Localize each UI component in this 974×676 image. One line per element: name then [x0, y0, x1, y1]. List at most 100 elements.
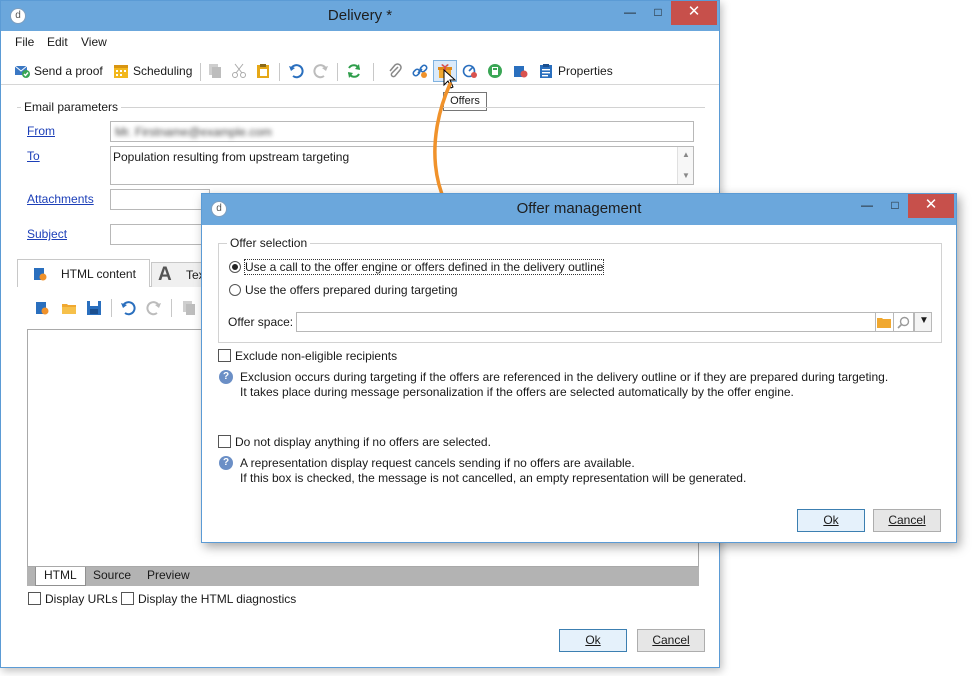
dialog-maximize-button[interactable]: □ [880, 194, 910, 218]
offer-space-label: Offer space: [228, 315, 294, 329]
to-value: Population resulting from upstream targe… [113, 150, 350, 164]
tab-preview[interactable]: Preview [139, 567, 198, 586]
redo-icon[interactable] [313, 63, 329, 79]
tab-html-content-label: HTML content [61, 267, 136, 281]
subject-field[interactable] [110, 224, 210, 245]
to-link[interactable]: To [27, 149, 40, 163]
open-folder-icon[interactable] [61, 300, 77, 316]
undo-icon[interactable] [288, 63, 304, 79]
prepared-offers-option[interactable]: Use the offers prepared during targeting [229, 283, 458, 297]
cut-icon[interactable] [231, 63, 247, 79]
dialog-ok-label: Ok [823, 513, 839, 527]
offer-engine-radio[interactable] [229, 261, 241, 273]
menu-edit[interactable]: Edit [47, 35, 68, 49]
menu-file[interactable]: File [15, 35, 34, 49]
window-title: Delivery * [327, 7, 393, 24]
offer-engine-option[interactable]: Use a call to the offer engine or offers… [229, 259, 605, 275]
menu-view[interactable]: View [81, 35, 107, 49]
properties-button[interactable]: Properties [538, 63, 613, 81]
chevron-down-icon: ▼ [919, 315, 929, 326]
from-link[interactable]: From [27, 124, 55, 138]
attachment-icon[interactable] [387, 63, 403, 79]
editor-copy-icon[interactable] [181, 300, 197, 316]
display-html-diagnostics-checkbox[interactable] [121, 592, 134, 605]
info-icon: ? [219, 370, 233, 384]
prepared-offers-radio[interactable] [229, 284, 241, 296]
display-html-diagnostics-option[interactable]: Display the HTML diagnostics [121, 592, 296, 606]
display-urls-label: Display URLs [45, 592, 118, 606]
exclude-label: Exclude non-eligible recipients [235, 349, 398, 363]
main-cancel-label: Cancel [652, 633, 690, 647]
prepared-offers-label: Use the offers prepared during targeting [245, 283, 458, 297]
exclude-checkbox[interactable] [218, 349, 231, 362]
menu-bar: File Edit View [1, 31, 719, 53]
to-field[interactable]: Population resulting from upstream targe… [110, 146, 694, 185]
link-icon[interactable] [412, 63, 428, 79]
magnifier-icon [897, 316, 910, 329]
text-content-icon: A [158, 264, 172, 285]
offer-space-browse-button[interactable] [876, 312, 894, 332]
folder-icon [877, 318, 891, 328]
display-html-diagnostics-label: Display the HTML diagnostics [138, 592, 297, 606]
properties-label: Properties [558, 64, 613, 78]
no-display-info-line1: A representation display request cancels… [240, 456, 635, 470]
editor-separator [111, 299, 112, 317]
info-icon: ? [219, 456, 233, 470]
close-button[interactable]: ✕ [671, 1, 717, 25]
tab-html-content[interactable]: HTML content [17, 259, 150, 288]
display-urls-option[interactable]: Display URLs [28, 592, 118, 606]
paste-icon[interactable] [255, 63, 271, 79]
main-ok-label: Ok [585, 633, 601, 647]
dialog-close-button[interactable]: ✕ [908, 194, 954, 218]
personalization-icon[interactable] [512, 63, 528, 79]
toolbar-separator [337, 63, 338, 81]
main-ok-button[interactable]: Ok [559, 629, 627, 652]
no-display-option[interactable]: Do not display anything if no offers are… [218, 435, 491, 449]
dialog-cancel-button[interactable]: Cancel [873, 509, 941, 532]
subject-link[interactable]: Subject [27, 227, 67, 241]
display-urls-checkbox[interactable] [28, 592, 41, 605]
from-value: Mr. Firstname@example.com [115, 125, 272, 139]
main-cancel-button[interactable]: Cancel [637, 629, 705, 652]
toolbar-separator [373, 63, 374, 81]
calculator-icon[interactable] [487, 63, 503, 79]
html-content-icon [34, 268, 47, 281]
dialog-title-bar[interactable]: d Offer management — □ ✕ [202, 194, 956, 225]
scroll-up-icon[interactable]: ▲ [682, 150, 690, 159]
tab-html[interactable]: HTML [35, 567, 86, 586]
dialog-ok-button[interactable]: Ok [797, 509, 865, 532]
editor-bottom-tabs: HTML Source Preview [27, 567, 699, 586]
scroll-down-icon[interactable]: ▼ [682, 171, 690, 180]
no-display-label: Do not display anything if no offers are… [235, 435, 491, 449]
properties-icon [540, 64, 552, 78]
to-scrollbar[interactable]: ▲ ▼ [677, 147, 693, 184]
editor-undo-icon[interactable] [120, 300, 136, 316]
offer-space-search-button[interactable] [894, 312, 914, 332]
send-proof-button[interactable]: Send a proof [14, 63, 103, 81]
refresh-icon[interactable] [346, 63, 362, 79]
toolbar: Send a proof Scheduling Properties [1, 57, 719, 85]
offer-space-dropdown[interactable]: ▼ [914, 312, 932, 332]
copy-icon[interactable] [207, 63, 223, 79]
offer-space-input[interactable] [296, 312, 876, 332]
toolbar-separator [279, 63, 280, 81]
toolbar-separator [200, 63, 201, 81]
editor-redo-icon[interactable] [146, 300, 162, 316]
from-field[interactable]: Mr. Firstname@example.com [110, 121, 694, 142]
new-document-icon[interactable] [34, 300, 50, 316]
no-display-checkbox[interactable] [218, 435, 231, 448]
exclude-info-line1: Exclusion occurs during targeting if the… [240, 370, 889, 384]
exclude-option[interactable]: Exclude non-eligible recipients [218, 349, 397, 363]
calendar-icon [114, 65, 128, 78]
dialog-minimize-button[interactable]: — [852, 194, 882, 218]
save-icon[interactable] [86, 300, 102, 316]
tracking-icon[interactable] [462, 63, 478, 79]
scheduling-button[interactable]: Scheduling [113, 63, 192, 81]
maximize-button[interactable]: □ [643, 1, 673, 25]
attachments-field[interactable] [110, 189, 210, 210]
minimize-button[interactable]: — [615, 1, 645, 25]
main-title-bar[interactable]: d Delivery * — □ ✕ [1, 1, 719, 31]
tab-source[interactable]: Source [85, 567, 139, 586]
attachments-link[interactable]: Attachments [27, 192, 94, 206]
offer-engine-label: Use a call to the offer engine or offers… [243, 259, 605, 275]
